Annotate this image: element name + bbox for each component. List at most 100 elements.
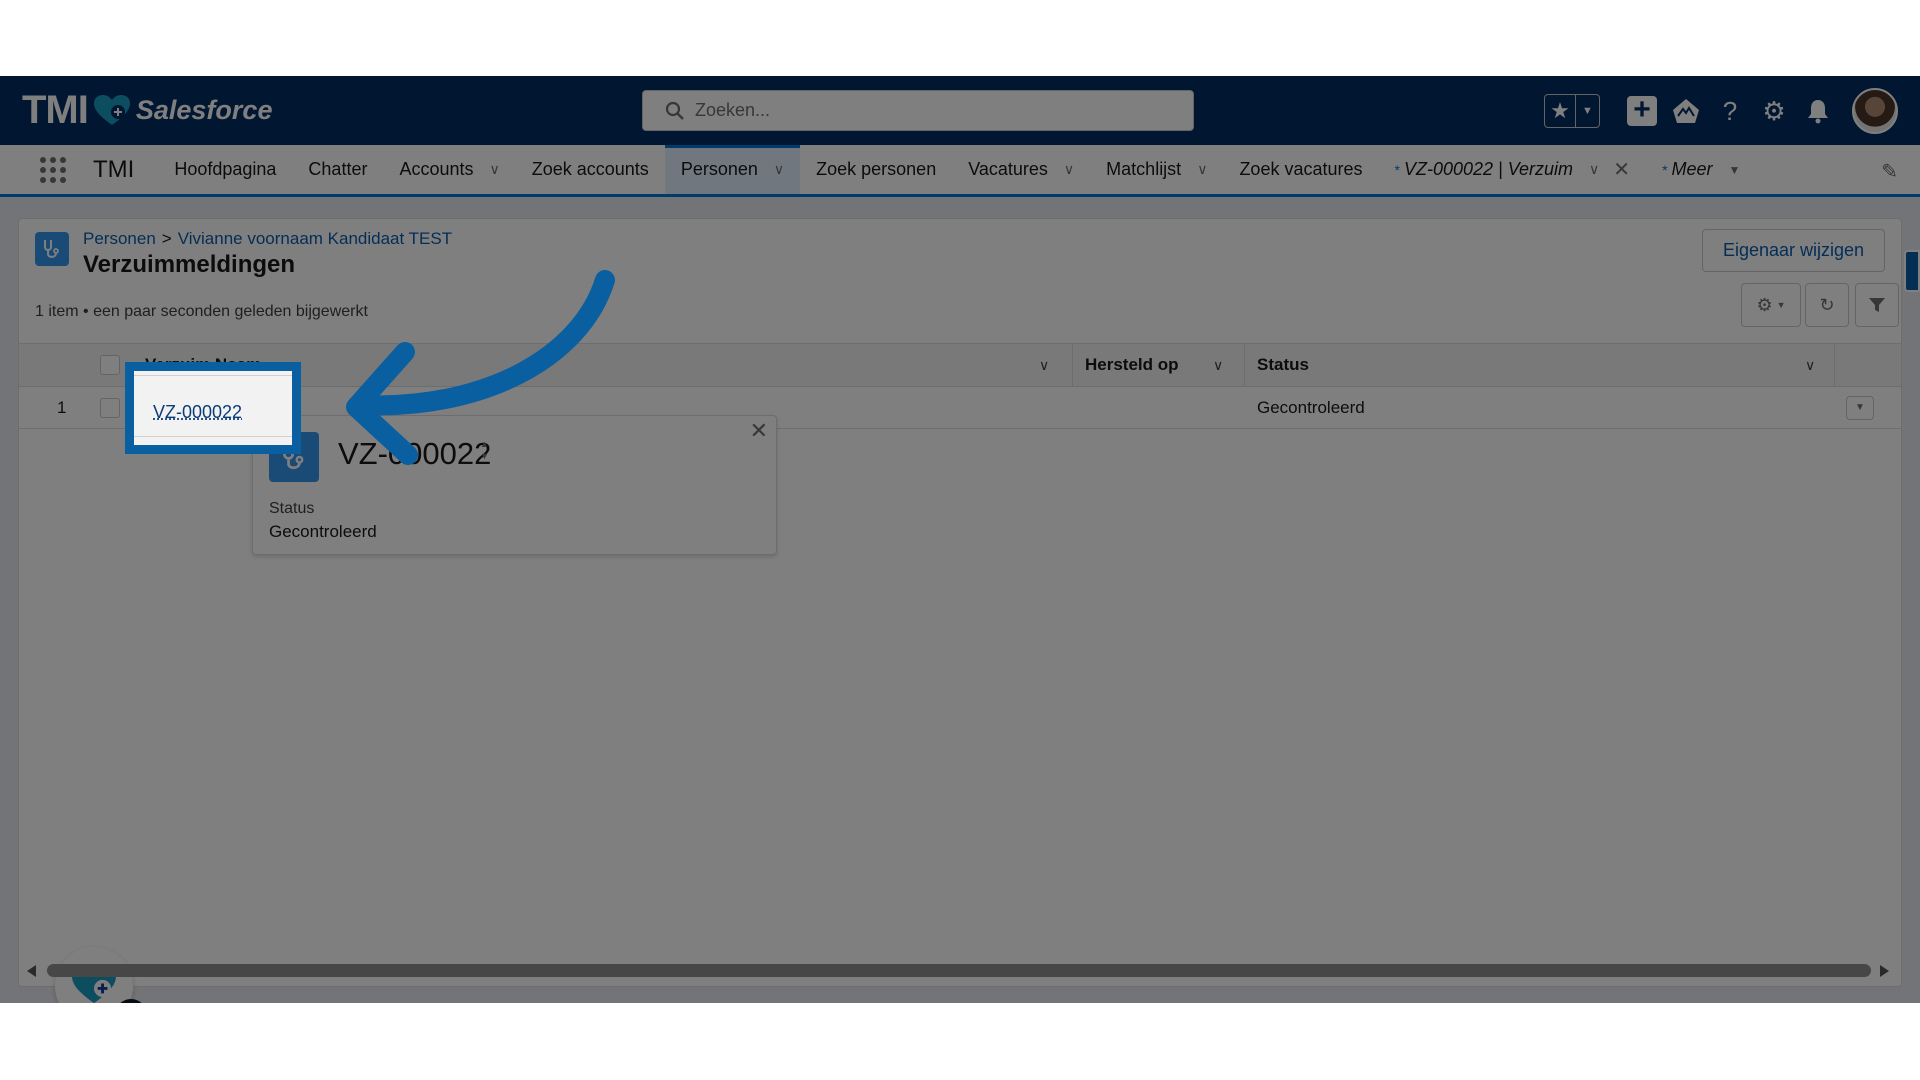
notifications-bell-icon[interactable] <box>1803 96 1833 126</box>
related-list-card: Personen > Vivianne voornaam Kandidaat TES… <box>18 218 1902 1003</box>
row-divider <box>134 436 292 437</box>
breadcrumb-personen-link[interactable]: Personen <box>83 229 156 248</box>
caret-down-icon: ▼ <box>1776 300 1786 310</box>
favorites-dropdown-icon[interactable]: ▼ <box>1575 95 1599 127</box>
caret-down-icon[interactable]: ▼ <box>1729 163 1741 177</box>
unsaved-asterisk: * <box>1662 161 1668 178</box>
chevron-down-icon[interactable]: ∨ <box>1589 161 1599 178</box>
edit-nav-pencil-icon[interactable]: ✎ <box>1881 159 1898 184</box>
side-panel-toggle[interactable] <box>1904 250 1920 292</box>
refresh-button[interactable]: ↻ <box>1805 283 1849 327</box>
nav-tab-personen[interactable]: Personen ∨ <box>664 145 801 194</box>
help-icon[interactable]: ? <box>1715 96 1745 126</box>
favorites-group: ★ ▼ <box>1544 94 1600 128</box>
row-divider <box>134 375 292 376</box>
chevron-down-icon[interactable]: ∨ <box>490 161 500 178</box>
column-menu-chevron-icon[interactable]: ∨ <box>1213 344 1223 386</box>
nav-tab-label: VZ-000022 | Verzuim <box>1403 159 1574 179</box>
global-header: TMI Salesforce ★ ▼ + <box>0 76 1920 145</box>
close-tab-icon[interactable]: ✕ <box>1613 157 1630 182</box>
list-item-count-status: 1 item • een paar seconden geleden bijge… <box>35 303 368 320</box>
record-hover-popover: VZ-000022 ▲ ▼ ✕ Status Gecontroleerd <box>252 415 777 555</box>
nav-tab-zoek-personen[interactable]: Zoek personen <box>800 145 952 194</box>
row-number: 1 <box>57 397 67 417</box>
scrollbar-thumb[interactable] <box>47 964 1871 977</box>
popover-scroll-arrows-icon[interactable]: ▲ ▼ <box>480 438 489 462</box>
chevron-down-icon[interactable]: ∨ <box>1064 161 1074 178</box>
nav-tab-label: Zoek vacatures <box>1239 159 1363 179</box>
column-header-hersteld-op[interactable]: Hersteld op <box>1085 344 1179 386</box>
table-header-row: Verzuim Naam ∨ Hersteld op ∨ Status ∨ <box>19 343 1901 387</box>
breadcrumb-separator: > <box>161 229 172 248</box>
salesforce-app: TMI Salesforce ★ ▼ + <box>0 76 1920 1003</box>
highlight-callout-box: VZ-000022 <box>125 362 301 454</box>
scroll-right-arrow-icon[interactable] <box>1880 965 1889 977</box>
nav-tab-zoek-vacatures[interactable]: Zoek vacatures <box>1223 145 1378 194</box>
list-settings-button[interactable]: ⚙ ▼ <box>1741 283 1801 327</box>
column-header-status[interactable]: Status <box>1257 344 1309 386</box>
gear-icon: ⚙ <box>1756 294 1773 315</box>
app-logo[interactable]: TMI Salesforce <box>22 88 272 133</box>
search-icon <box>665 101 684 120</box>
row-checkbox[interactable] <box>100 397 120 418</box>
column-menu-chevron-icon[interactable]: ∨ <box>1039 344 1049 386</box>
filter-icon <box>1869 298 1885 312</box>
app-name: TMI <box>93 155 135 183</box>
highlighted-record-link[interactable]: VZ-000022 <box>153 402 242 423</box>
nav-tab-vacatures[interactable]: Vacatures ∨ <box>952 145 1090 194</box>
filter-button[interactable] <box>1855 283 1899 327</box>
nav-tab-label: Vacatures <box>968 159 1048 179</box>
horizontal-scrollbar[interactable] <box>19 959 1901 983</box>
logo-salesforce-text: Salesforce <box>135 95 273 125</box>
chevron-down-icon[interactable]: ∨ <box>774 161 784 178</box>
popover-title[interactable]: VZ-000022 <box>338 436 491 472</box>
scroll-left-arrow-icon[interactable] <box>27 965 36 977</box>
popover-field-label: Status <box>269 500 315 517</box>
heart-plus-icon <box>93 94 130 125</box>
row-select-cell <box>100 387 120 428</box>
unsaved-asterisk: * <box>1394 161 1400 178</box>
app-navigation-bar: TMI Hoofdpagina Chatter Accounts ∨ Zoek … <box>0 145 1920 197</box>
nav-tab-label: Zoek accounts <box>531 159 649 179</box>
select-all-cell <box>100 344 120 386</box>
change-owner-button[interactable]: Eigenaar wijzigen <box>1702 229 1885 272</box>
global-search[interactable] <box>642 90 1194 131</box>
nav-tab-accounts[interactable]: Accounts ∨ <box>383 145 515 194</box>
nav-tab-zoek-accounts[interactable]: Zoek accounts <box>516 145 665 194</box>
trailhead-icon[interactable] <box>1671 96 1701 126</box>
nav-tab-label: Zoek personen <box>816 159 937 179</box>
chevron-down-icon[interactable]: ∨ <box>1197 161 1207 178</box>
nav-tab-label: Chatter <box>308 159 368 179</box>
page-title: Verzuimmeldingen <box>83 251 296 278</box>
column-menu-chevron-icon[interactable]: ∨ <box>1805 344 1815 386</box>
plus-icon: + <box>1627 95 1657 126</box>
nav-tab-record-vz-000022[interactable]: * VZ-000022 | Verzuim ∨ ✕ <box>1379 145 1647 194</box>
breadcrumb-record-link[interactable]: Vivianne voornaam Kandidaat TEST <box>178 229 452 248</box>
setup-gear-icon[interactable]: ⚙ <box>1759 96 1789 126</box>
nav-tab-label: Matchlijst <box>1106 159 1182 179</box>
nav-tab-matchlijst[interactable]: Matchlijst ∨ <box>1090 145 1223 194</box>
column-divider <box>1834 344 1835 386</box>
nav-tab-chatter[interactable]: Chatter <box>292 145 383 194</box>
header-actions: ★ ▼ + ? ⚙ <box>1544 88 1898 134</box>
nav-tab-hoofdpagina[interactable]: Hoofdpagina <box>158 145 292 194</box>
nav-tab-label: Meer <box>1671 159 1713 179</box>
column-divider <box>1072 344 1073 386</box>
search-input[interactable] <box>695 100 1175 121</box>
refresh-icon: ↻ <box>1819 294 1835 315</box>
nav-tab-label: Personen <box>680 159 758 179</box>
app-launcher-icon[interactable] <box>40 155 70 185</box>
breadcrumb: Personen > Vivianne voornaam Kandidaat TES… <box>83 229 452 249</box>
close-icon[interactable]: ✕ <box>750 418 768 444</box>
popover-field-value: Gecontroleerd <box>269 522 377 541</box>
logo-tmi-text: TMI <box>22 88 89 132</box>
favorites-star-icon[interactable]: ★ <box>1545 95 1575 127</box>
nav-tab-meer[interactable]: * Meer ▼ <box>1646 145 1756 194</box>
nav-tab-label: Hoofdpagina <box>174 159 277 179</box>
column-divider <box>1244 344 1245 386</box>
global-create-button[interactable]: + <box>1627 95 1657 126</box>
row-actions-dropdown-icon[interactable]: ▼ <box>1846 395 1874 420</box>
select-all-checkbox[interactable] <box>100 355 120 375</box>
user-avatar[interactable] <box>1852 88 1898 134</box>
row-status: Gecontroleerd <box>1257 397 1365 417</box>
